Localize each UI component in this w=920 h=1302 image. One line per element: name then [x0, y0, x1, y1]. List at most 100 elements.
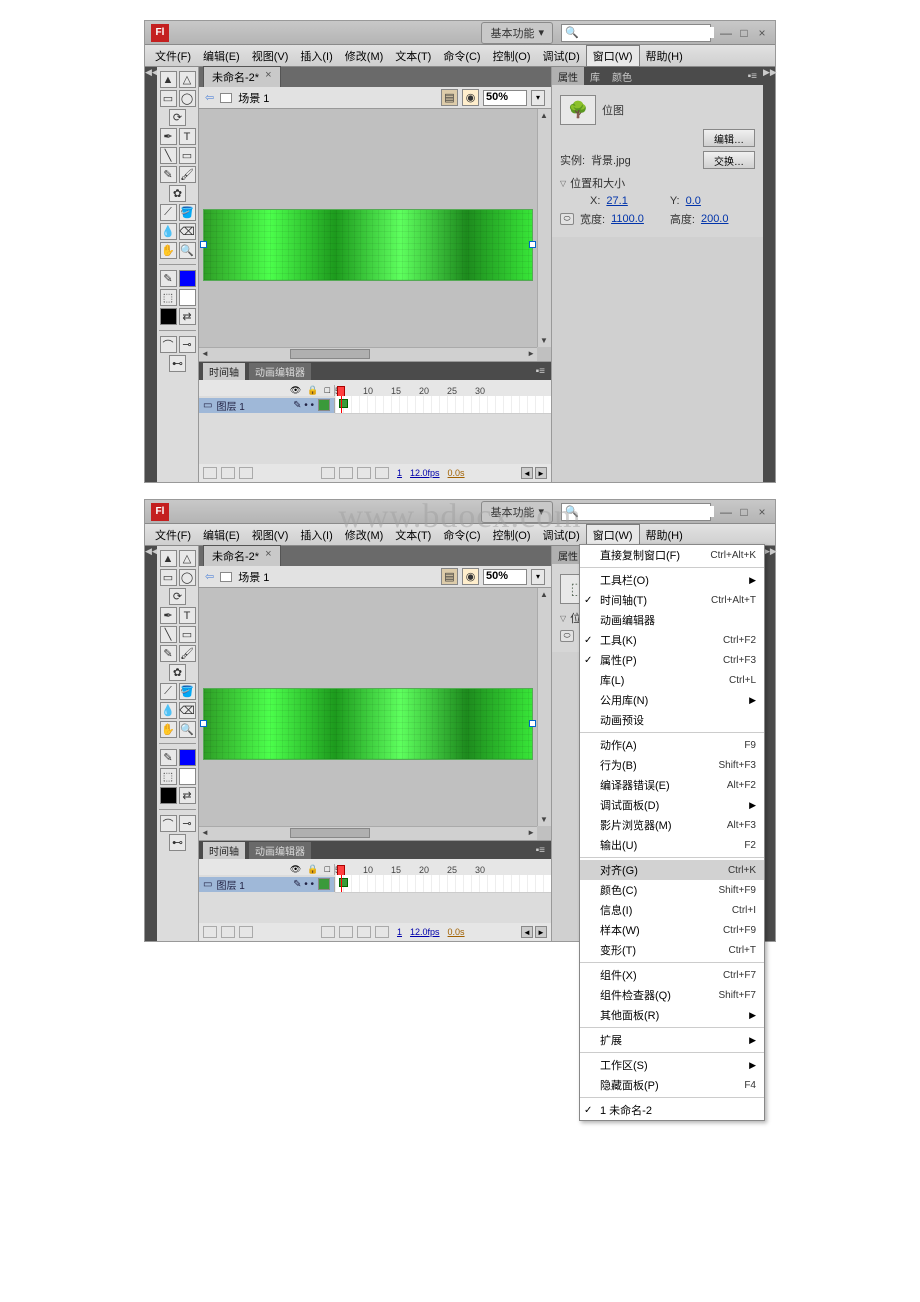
zoom-field[interactable]: 50% — [483, 90, 527, 106]
panel-menu-icon[interactable]: ▪≡ — [536, 845, 551, 856]
menu-modify[interactable]: 修改(M) — [339, 525, 390, 545]
menu-modify[interactable]: 修改(M) — [339, 46, 390, 66]
menu-item[interactable]: ✓工具(K)Ctrl+F2 — [580, 630, 764, 650]
menu-item[interactable]: 样本(W)Ctrl+F9 — [580, 920, 764, 940]
doc-tab[interactable]: 未命名-2* × — [203, 66, 281, 87]
fill-swatch[interactable] — [179, 289, 196, 306]
tab-color[interactable]: 颜色 — [606, 67, 638, 86]
visibility-col-icon[interactable]: 👁 — [290, 864, 301, 875]
layer-row[interactable]: ▭ 图层 1 ✎ • • — [199, 398, 335, 413]
delete-layer-icon[interactable] — [239, 926, 253, 938]
horizontal-scrollbar[interactable] — [199, 347, 537, 361]
menu-file[interactable]: 文件(F) — [149, 46, 197, 66]
scroll-left-icon[interactable]: ◄ — [521, 926, 533, 938]
menu-item[interactable]: 工作区(S)▶ — [580, 1055, 764, 1075]
stage[interactable] — [199, 588, 551, 840]
pen-tool[interactable]: ✒ — [160, 607, 177, 624]
edit-symbol-icon[interactable]: ◉ — [462, 89, 479, 106]
option2-icon[interactable]: ⊷ — [169, 355, 186, 372]
menu-item[interactable]: 动作(A)F9 — [580, 735, 764, 755]
swap-button[interactable]: 交换… — [703, 151, 755, 169]
selection-tool[interactable]: ▲ — [160, 550, 177, 567]
menu-item[interactable]: ✓属性(P)Ctrl+F3 — [580, 650, 764, 670]
hand-tool[interactable]: ✋ — [160, 721, 177, 738]
menu-debug[interactable]: 调试(D) — [537, 46, 586, 66]
stroke-ink-icon[interactable]: ✎ — [160, 270, 177, 287]
outline-col-icon[interactable]: □ — [325, 385, 330, 396]
layer-row[interactable]: ▭ 图层 1 ✎ • • — [199, 877, 335, 892]
resize-handle-right[interactable] — [529, 720, 536, 727]
close-button[interactable]: × — [755, 26, 769, 40]
close-button[interactable]: × — [755, 505, 769, 519]
edit-multiple-icon[interactable] — [357, 467, 371, 479]
menu-control[interactable]: 控制(O) — [487, 525, 537, 545]
menu-item[interactable]: 其他面板(R)▶ — [580, 1005, 764, 1025]
new-folder-icon[interactable] — [221, 926, 235, 938]
search-field[interactable] — [582, 27, 714, 38]
resize-handle-right[interactable] — [529, 241, 536, 248]
fill-bucket-icon[interactable]: ⬚ — [160, 768, 177, 785]
text-tool[interactable]: T — [179, 128, 196, 145]
delete-layer-icon[interactable] — [239, 467, 253, 479]
doc-tab-close-icon[interactable]: × — [265, 548, 271, 564]
back-icon[interactable]: ⇦ — [205, 91, 214, 104]
menu-item[interactable]: 行为(B)Shift+F3 — [580, 755, 764, 775]
fps-label[interactable]: 12.0fps — [410, 468, 440, 478]
tab-motion-editor[interactable]: 动画编辑器 — [249, 842, 311, 859]
tab-motion-editor[interactable]: 动画编辑器 — [249, 363, 311, 380]
eyedropper-tool[interactable]: 💧 — [160, 702, 177, 719]
left-collapse-strip[interactable]: ◀◀ — [145, 546, 157, 941]
tab-properties[interactable]: 属性 — [552, 67, 584, 86]
onion-outline-icon[interactable] — [339, 926, 353, 938]
lasso-tool[interactable]: ◯ — [179, 569, 196, 586]
scroll-right-icon[interactable]: ► — [535, 467, 547, 479]
menu-item[interactable]: 颜色(C)Shift+F9 — [580, 880, 764, 900]
lasso-tool[interactable]: ◯ — [179, 90, 196, 107]
onion-outline-icon[interactable] — [339, 467, 353, 479]
menu-edit[interactable]: 编辑(E) — [197, 525, 246, 545]
onion-markers-icon[interactable] — [375, 926, 389, 938]
paint-bucket-tool[interactable]: 🪣 — [179, 204, 196, 221]
doc-tab[interactable]: 未命名-2*× — [203, 545, 281, 566]
lock-col-icon[interactable]: 🔒 — [307, 864, 318, 875]
menu-item[interactable]: 输出(U)F2 — [580, 835, 764, 855]
option-icon[interactable]: ⊸ — [179, 336, 196, 353]
deco-tool[interactable]: ✿ — [169, 664, 186, 681]
zoom-dropdown-icon[interactable]: ▾ — [531, 569, 545, 585]
new-layer-icon[interactable] — [203, 467, 217, 479]
bw-swatch[interactable] — [160, 787, 177, 804]
snap-icon[interactable]: ⌒ — [160, 815, 177, 832]
scroll-right-icon[interactable]: ► — [535, 926, 547, 938]
vertical-scrollbar[interactable] — [537, 109, 551, 347]
menu-edit[interactable]: 编辑(E) — [197, 46, 246, 66]
menu-item[interactable]: 工具栏(O)▶ — [580, 570, 764, 590]
deco-tool[interactable]: ✿ — [169, 185, 186, 202]
right-collapse-strip[interactable]: ▶▶ — [763, 67, 775, 482]
line-tool[interactable]: ╲ — [160, 147, 177, 164]
zoom-field[interactable]: 50% — [483, 569, 527, 585]
3d-rotate-tool[interactable]: ⟳ — [169, 109, 186, 126]
line-tool[interactable]: ╲ — [160, 626, 177, 643]
onion-markers-icon[interactable] — [375, 467, 389, 479]
menu-item[interactable]: 编译器错误(E)Alt+F2 — [580, 775, 764, 795]
edit-scene-icon[interactable]: ▤ — [441, 89, 458, 106]
selection-tool[interactable]: ▲ — [160, 71, 177, 88]
tab-timeline[interactable]: 时间轴 — [203, 842, 245, 859]
menu-help[interactable]: 帮助(H) — [640, 46, 689, 66]
menu-commands[interactable]: 命令(C) — [437, 525, 486, 545]
menu-file[interactable]: 文件(F) — [149, 525, 197, 545]
menu-item[interactable]: 隐藏面板(P)F4 — [580, 1075, 764, 1095]
hand-tool[interactable]: ✋ — [160, 242, 177, 259]
paint-bucket-tool[interactable]: 🪣 — [179, 683, 196, 700]
current-frame[interactable]: 1 — [397, 468, 402, 478]
resize-handle-left[interactable] — [200, 241, 207, 248]
subselection-tool[interactable]: △ — [179, 550, 196, 567]
menu-debug[interactable]: 调试(D) — [537, 525, 586, 545]
stage-bitmap[interactable] — [203, 209, 533, 281]
minimize-button[interactable]: — — [719, 26, 733, 40]
new-layer-icon[interactable] — [203, 926, 217, 938]
tab-library[interactable]: 库 — [584, 67, 606, 86]
eyedropper-tool[interactable]: 💧 — [160, 223, 177, 240]
brush-tool[interactable]: 🖌 — [179, 166, 196, 183]
minimize-button[interactable]: — — [719, 505, 733, 519]
